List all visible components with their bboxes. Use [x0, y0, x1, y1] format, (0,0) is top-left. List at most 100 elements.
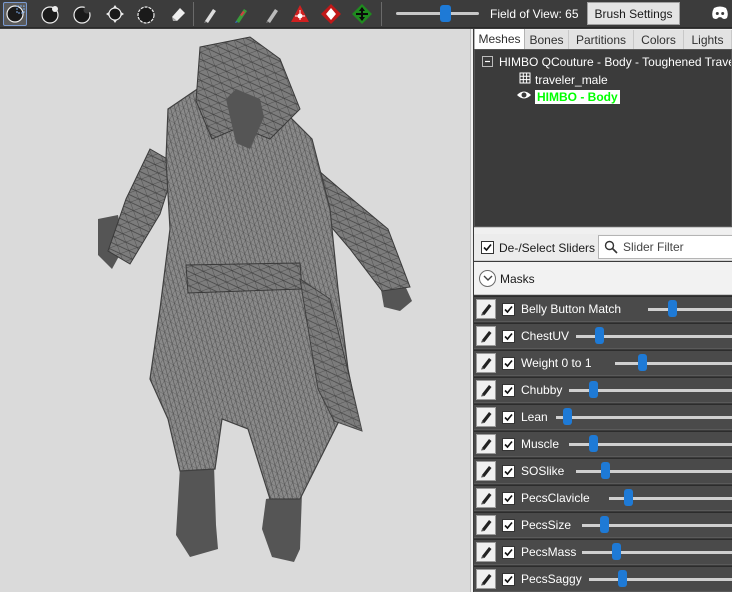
slider-thumb[interactable]: [589, 381, 598, 398]
slider-thumb[interactable]: [595, 327, 604, 344]
eraser-icon[interactable]: [166, 2, 190, 26]
slider-track[interactable]: [615, 362, 732, 365]
slider-filter-input[interactable]: [623, 239, 731, 255]
pencil-icon[interactable]: [476, 461, 496, 481]
slider-checkbox[interactable]: [502, 573, 515, 586]
move-brush-icon[interactable]: [103, 2, 127, 26]
smooth-brush-icon[interactable]: [134, 2, 158, 26]
slider-checkbox[interactable]: [502, 438, 515, 451]
slider-thumb[interactable]: [563, 408, 572, 425]
slider-thumb[interactable]: [618, 570, 627, 587]
tab-label: Meshes: [478, 32, 521, 46]
fov-label: Field of View: 65: [490, 7, 579, 21]
tab-partitions[interactable]: Partitions: [569, 30, 634, 49]
pencil-icon[interactable]: [476, 380, 496, 400]
slider-label: PecsMass: [521, 545, 577, 559]
pencil-icon[interactable]: [476, 353, 496, 373]
slider-checkbox[interactable]: [502, 519, 515, 532]
slider-label: Chubby: [521, 383, 563, 397]
chevron-down-icon[interactable]: [479, 270, 496, 287]
slider-label: Lean: [521, 410, 548, 424]
pencil-icon[interactable]: [476, 299, 496, 319]
slider-track[interactable]: [556, 416, 732, 419]
pencil-icon[interactable]: [476, 488, 496, 508]
slider-row: PecsClavicle: [474, 485, 732, 511]
alpha-brush-icon[interactable]: [260, 2, 284, 26]
tree-item-traveler-male[interactable]: traveler_male: [519, 71, 608, 88]
slider-thumb[interactable]: [600, 516, 609, 533]
pencil-icon[interactable]: [476, 542, 496, 562]
slider-checkbox[interactable]: [502, 465, 515, 478]
slider-label: PecsSaggy: [521, 572, 582, 586]
slider-row: SOSlike: [474, 458, 732, 484]
slider-row: Chubby: [474, 377, 732, 403]
slider-row: Muscle: [474, 431, 732, 457]
tab-lights[interactable]: Lights: [684, 30, 732, 49]
panel-splitter[interactable]: [470, 29, 473, 592]
slider-checkbox[interactable]: [502, 303, 515, 316]
outfit-studio-window: Field of View: 65 Brush Settings Meshes …: [0, 0, 732, 592]
slider-track[interactable]: [648, 308, 732, 311]
pencil-icon[interactable]: [476, 407, 496, 427]
color-brush-icon[interactable]: [229, 2, 253, 26]
panel-splitter[interactable]: [474, 227, 732, 234]
tab-colors[interactable]: Colors: [634, 30, 684, 49]
deflate-brush-icon[interactable]: [70, 2, 94, 26]
slider-thumb[interactable]: [612, 543, 621, 560]
tree-item-label: HIMBO - Body: [535, 89, 620, 104]
slider-label: Belly Button Match: [521, 302, 622, 316]
fov-slider-track[interactable]: [396, 12, 479, 15]
fov-slider-thumb[interactable]: [440, 5, 451, 22]
slider-checkbox[interactable]: [502, 357, 515, 370]
slider-row: Belly Button Match: [474, 296, 732, 322]
tree-item-label: traveler_male: [535, 72, 608, 87]
pencil-icon[interactable]: [476, 326, 496, 346]
tab-meshes[interactable]: Meshes: [474, 29, 525, 49]
tab-bones[interactable]: Bones: [525, 30, 569, 49]
rotate-gizmo-icon[interactable]: [319, 2, 343, 26]
tab-label: Partitions: [575, 32, 627, 47]
discord-icon[interactable]: [709, 2, 731, 24]
masks-section[interactable]: Masks: [474, 262, 732, 295]
slider-filter[interactable]: [598, 235, 732, 259]
slider-row: ChestUV: [474, 323, 732, 349]
pencil-icon[interactable]: [476, 569, 496, 589]
pencil-icon[interactable]: [476, 515, 496, 535]
slider-checkbox[interactable]: [502, 330, 515, 343]
brush-settings-button[interactable]: Brush Settings: [587, 2, 680, 25]
mesh-tree[interactable]: HIMBO QCouture - Body - Toughened Travel…: [474, 49, 732, 227]
slider-row: PecsSaggy: [474, 566, 732, 592]
slider-thumb[interactable]: [638, 354, 647, 371]
select-brush-icon[interactable]: [3, 2, 27, 26]
slider-checkbox[interactable]: [502, 411, 515, 424]
tree-item-himbo-body[interactable]: HIMBO - Body: [516, 88, 620, 105]
slider-thumb[interactable]: [601, 462, 610, 479]
collapse-icon[interactable]: [482, 56, 493, 67]
deselect-sliders-checkbox[interactable]: [481, 241, 494, 254]
slider-checkbox[interactable]: [502, 546, 515, 559]
tree-root[interactable]: HIMBO QCouture - Body - Toughened Travel…: [482, 53, 732, 70]
weight-brush-icon[interactable]: [198, 2, 222, 26]
slider-checkbox[interactable]: [502, 384, 515, 397]
slider-track[interactable]: [589, 578, 732, 581]
inflate-brush-icon[interactable]: [38, 2, 62, 26]
pencil-icon[interactable]: [476, 434, 496, 454]
slider-label: PecsSize: [521, 518, 572, 532]
scale-gizmo-icon[interactable]: [350, 2, 374, 26]
search-icon: [604, 240, 618, 259]
slider-thumb[interactable]: [668, 300, 677, 317]
slider-thumb[interactable]: [624, 489, 633, 506]
tree-root-label: HIMBO QCouture - Body - Toughened Travel…: [499, 54, 732, 69]
slider-thumb[interactable]: [589, 435, 598, 452]
tab-label: Bones: [529, 32, 564, 47]
slider-track[interactable]: [582, 551, 732, 554]
translate-gizmo-icon[interactable]: [288, 2, 312, 26]
eye-icon[interactable]: [516, 89, 532, 104]
slider-label: ChestUV: [521, 329, 570, 343]
3d-viewport[interactable]: [0, 29, 470, 592]
slider-row: PecsSize: [474, 512, 732, 538]
masks-label: Masks: [500, 272, 535, 286]
slider-checkbox[interactable]: [502, 492, 515, 505]
toolbar-separator: [193, 2, 194, 26]
slider-track[interactable]: [576, 470, 732, 473]
